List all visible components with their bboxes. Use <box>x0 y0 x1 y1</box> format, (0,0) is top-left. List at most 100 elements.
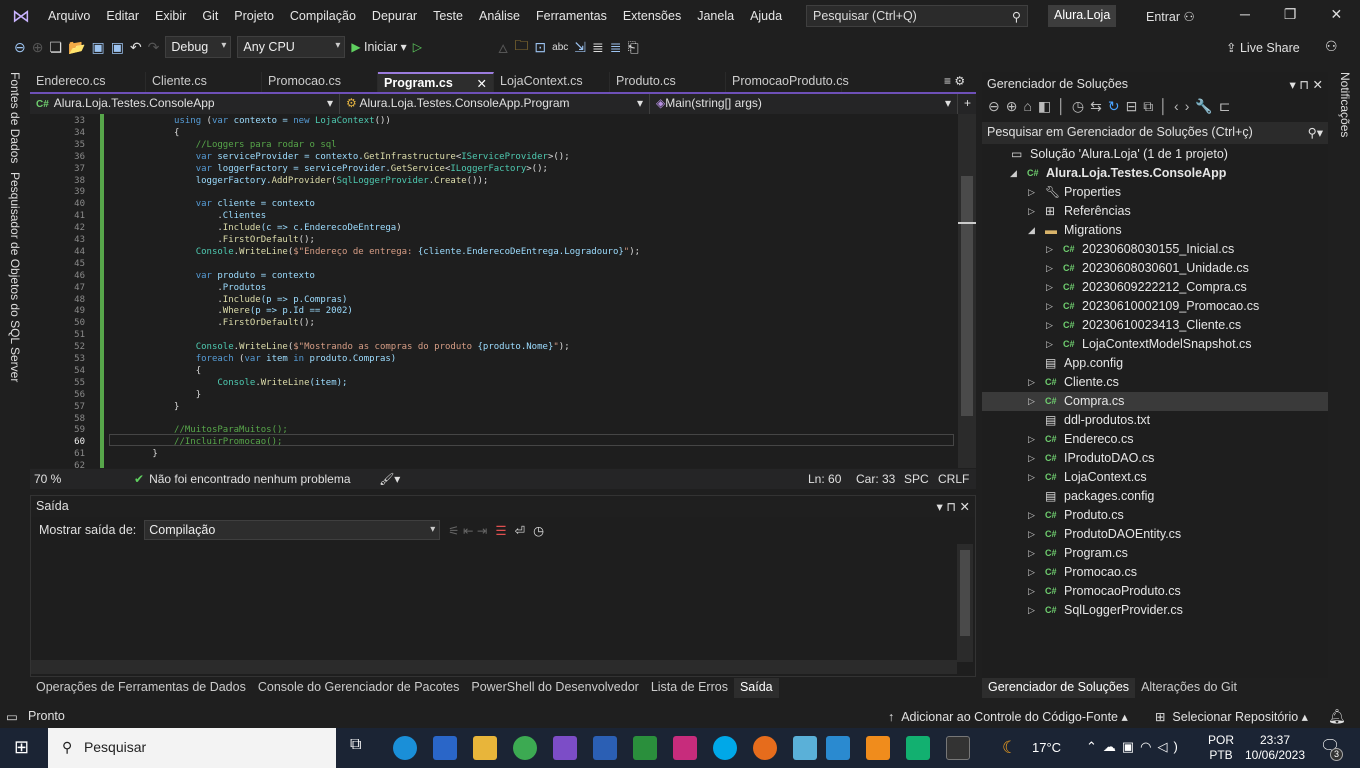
tree-item[interactable]: ▭ Solução 'Alura.Loja' (1 de 1 projeto) <box>982 145 1328 164</box>
window-icon[interactable]: ⊡ <box>534 39 546 56</box>
tab-promocao-cs[interactable]: Promocao.cs <box>262 72 378 92</box>
tree-item[interactable]: ▷ ⊞ Referências <box>982 202 1328 221</box>
tree-item[interactable]: ▷ C# 20230610023413_Cliente.cs <box>982 316 1328 335</box>
collapsed-arrow-icon[interactable]: ▷ <box>1046 278 1053 297</box>
clock-icon[interactable]: ◷ <box>533 523 544 538</box>
collapsed-arrow-icon[interactable]: ▷ <box>1028 468 1035 487</box>
clear-all-icon[interactable]: ☰ <box>495 523 506 538</box>
code-line[interactable]: } <box>109 401 179 413</box>
tree-item[interactable]: ▷ 🔧︎ Properties <box>982 183 1328 202</box>
explorer-icon[interactable] <box>473 736 497 760</box>
tree-item[interactable]: ▤ App.config <box>982 354 1328 373</box>
output-text[interactable] <box>31 544 957 664</box>
expanded-arrow-icon[interactable]: ◢ <box>1010 164 1017 183</box>
game-icon[interactable] <box>906 736 930 760</box>
bottom-tab[interactable]: Operações de Ferramentas de Dados <box>30 678 252 698</box>
class-dropdown[interactable]: ⚙ Alura.Loja.Testes.ConsoleApp.Program ▾ <box>340 94 650 114</box>
code-line[interactable]: var loggerFactory = serviceProvider.GetS… <box>109 163 548 175</box>
output-vscroll[interactable] <box>957 544 973 662</box>
menu-item[interactable]: Teste <box>425 9 471 23</box>
tree-item[interactable]: ▷ C# 20230608030601_Unidade.cs <box>982 259 1328 278</box>
back-icon[interactable]: ⊖ <box>14 39 26 56</box>
pycharm-icon[interactable] <box>633 736 657 760</box>
tab-promocaoproduto-cs[interactable]: PromocaoProduto.cs <box>726 72 849 92</box>
menu-item[interactable]: Projeto <box>226 9 282 23</box>
collapsed-arrow-icon[interactable]: ▷ <box>1028 563 1035 582</box>
tree-item[interactable]: ▷ C# LojaContext.cs <box>982 468 1328 487</box>
tree-item[interactable]: ◢ ▬ Migrations <box>982 221 1328 240</box>
code-line[interactable]: .Include(c => c.EnderecoDeEntrega) <box>109 222 401 234</box>
expanded-arrow-icon[interactable]: ◢ <box>1028 221 1035 240</box>
data-sources-tab[interactable]: Fontes de Dados <box>8 72 22 163</box>
bottom-tab[interactable]: Console do Gerenciador de Pacotes <box>252 678 466 698</box>
collapsed-arrow-icon[interactable]: ▷ <box>1028 582 1035 601</box>
notepad-icon[interactable] <box>793 736 817 760</box>
find-in-files-icon[interactable]: 🗀 <box>514 35 528 59</box>
code-line[interactable]: foreach (var item in produto.Compras) <box>109 353 397 365</box>
bottom-tab[interactable]: Saída <box>733 678 779 698</box>
select-repository-button[interactable]: ⊞ Selecionar Repositório ▴ <box>1155 709 1308 724</box>
menu-item[interactable]: Exibir <box>147 9 194 23</box>
collapsed-arrow-icon[interactable]: ▷ <box>1028 525 1035 544</box>
issues-status[interactable]: Não foi encontrado nenhum problema <box>149 472 379 486</box>
output-source-select[interactable]: Compilação <box>144 520 441 540</box>
collapsed-arrow-icon[interactable]: ▷ <box>1028 449 1035 468</box>
tab-options[interactable]: ≡ ⚙ <box>944 74 965 88</box>
editor-scrollbar[interactable] <box>958 114 976 468</box>
panel-controls[interactable]: ▾ ⊓ ✕ <box>937 499 970 514</box>
zoom-level[interactable]: 70 % <box>30 472 90 486</box>
start-without-debug-icon[interactable]: ▷ <box>413 40 422 54</box>
code-line[interactable]: var cliente = contexto <box>109 198 315 210</box>
bottom-tab[interactable]: Lista de Erros <box>645 678 734 698</box>
code-line[interactable]: .Include(p => p.Compras) <box>109 294 347 306</box>
output-toolbar-icons[interactable]: ⚟ ⇤ ⇥ <box>448 523 487 538</box>
project-dropdown[interactable]: C# Alura.Loja.Testes.ConsoleApp ▾ <box>30 94 340 114</box>
visual-studio-icon[interactable] <box>553 736 577 760</box>
tree-item[interactable]: ▷ C# Program.cs <box>982 544 1328 563</box>
forward-icon[interactable]: ⊕ <box>32 39 44 56</box>
collapsed-arrow-icon[interactable]: ▷ <box>1046 259 1053 278</box>
format-icon[interactable]: ≣ <box>592 39 604 56</box>
code-line[interactable]: .Produtos <box>109 282 266 294</box>
menu-item[interactable]: Compilação <box>282 9 364 23</box>
panel-controls[interactable]: ▾ ⊓ ✕ <box>1290 77 1323 92</box>
live-share-button[interactable]: ⇪ Live Share <box>1226 40 1300 55</box>
cleanup-icon[interactable]: 🖌▾ <box>379 472 400 486</box>
configuration-select[interactable]: Debug <box>165 36 232 58</box>
vlc-icon[interactable] <box>866 736 890 760</box>
tree-item[interactable]: ▷ C# 20230608030155_Inicial.cs <box>982 240 1328 259</box>
tree-item[interactable]: ▷ C# Cliente.cs <box>982 373 1328 392</box>
bottom-tab[interactable]: PowerShell do Desenvolvedor <box>465 678 644 698</box>
code-editor[interactable]: 33 using (var contexto = new LojaContext… <box>30 114 958 468</box>
collapsed-arrow-icon[interactable]: ▷ <box>1046 240 1053 259</box>
maximize-button[interactable]: ❐ <box>1284 6 1331 22</box>
menu-item[interactable]: Análise <box>471 9 528 23</box>
search-input[interactable]: Pesquisar (Ctrl+Q) ⚲ <box>806 5 1028 27</box>
hot-reload-icon[interactable]: 🜂 <box>498 35 509 60</box>
skype-icon[interactable] <box>713 736 737 760</box>
start-button[interactable]: ▶ Iniciar ▾ <box>351 40 406 54</box>
tree-item[interactable]: ▷ C# Produto.cs <box>982 506 1328 525</box>
app-icon[interactable] <box>826 736 850 760</box>
tree-item[interactable]: ▷ C# Compra.cs <box>982 392 1328 411</box>
tree-item[interactable]: ▷ C# ProdutoDAOEntity.cs <box>982 525 1328 544</box>
save-all-icon[interactable]: ▣ <box>111 39 124 56</box>
uncomment-icon[interactable]: ≣ <box>610 39 622 56</box>
menu-item[interactable]: Arquivo <box>40 9 98 23</box>
split-icon[interactable]: + <box>958 94 976 114</box>
menu-item[interactable]: Janela <box>689 9 742 23</box>
tree-item[interactable]: ▤ packages.config <box>982 487 1328 506</box>
solution-panel-tab[interactable]: Alterações do Git <box>1135 678 1243 698</box>
clock[interactable]: 23:37 10/06/2023 <box>1242 733 1308 763</box>
tab-endereco-cs[interactable]: Endereco.cs <box>30 72 146 92</box>
bookmark-icon[interactable]: ⎗ <box>627 39 638 56</box>
open-icon[interactable]: 📂 <box>68 39 85 56</box>
code-line[interactable]: using (var contexto = new LojaContext()) <box>109 115 391 127</box>
code-line[interactable]: Console.WriteLine($"Mostrando as compras… <box>109 341 570 353</box>
redo-icon[interactable]: ↷ <box>148 39 160 56</box>
collapsed-arrow-icon[interactable]: ▷ <box>1028 392 1035 411</box>
windows-start-icon[interactable]: ⊞ <box>14 737 29 758</box>
tree-item[interactable]: ▷ C# LojaContextModelSnapshot.cs <box>982 335 1328 354</box>
menu-item[interactable]: Editar <box>98 9 147 23</box>
line-ending[interactable]: CRLF <box>938 472 976 486</box>
